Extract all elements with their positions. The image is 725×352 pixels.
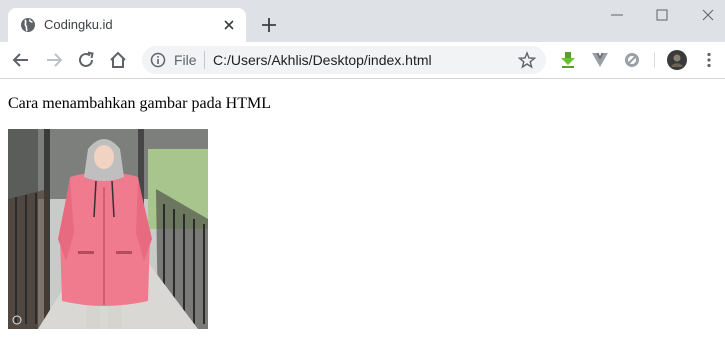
divider bbox=[204, 51, 205, 69]
info-icon[interactable] bbox=[150, 52, 166, 68]
globe-icon bbox=[21, 18, 35, 32]
woman-photo bbox=[8, 129, 208, 329]
url-text[interactable]: C:/Users/Akhlis/Desktop/index.html bbox=[213, 52, 432, 68]
minimize-icon[interactable] bbox=[606, 4, 628, 26]
maximize-icon[interactable] bbox=[651, 4, 673, 26]
star-icon[interactable] bbox=[518, 51, 536, 69]
tab-codingku[interactable]: Codingku.id bbox=[8, 8, 246, 42]
kebab-menu-icon[interactable] bbox=[700, 51, 718, 69]
close-tab-icon[interactable] bbox=[220, 16, 238, 34]
page-text: Cara menambahkan gambar pada HTML bbox=[8, 95, 272, 112]
toolbar-divider bbox=[654, 52, 655, 68]
close-icon[interactable] bbox=[697, 4, 719, 26]
back-arrow-icon[interactable] bbox=[10, 49, 32, 71]
reload-icon[interactable] bbox=[75, 49, 97, 71]
tab-title: Codingku.id bbox=[44, 17, 113, 32]
address-bar[interactable]: File C:/Users/Akhlis/Desktop/index.html bbox=[142, 46, 546, 74]
toolbar: File C:/Users/Akhlis/Desktop/index.html bbox=[0, 42, 725, 79]
vue-logo-icon[interactable] bbox=[591, 51, 609, 69]
home-icon[interactable] bbox=[107, 49, 129, 71]
tab-strip: Codingku.id bbox=[0, 0, 725, 42]
blocked-icon[interactable] bbox=[623, 51, 641, 69]
download-arrow-icon[interactable] bbox=[559, 51, 577, 69]
security-label: File bbox=[174, 52, 197, 68]
page-content: Cara menambahkan gambar pada HTML bbox=[0, 79, 725, 352]
avatar[interactable] bbox=[667, 50, 687, 70]
forward-arrow-icon[interactable] bbox=[43, 49, 65, 71]
plus-icon[interactable] bbox=[258, 14, 280, 36]
